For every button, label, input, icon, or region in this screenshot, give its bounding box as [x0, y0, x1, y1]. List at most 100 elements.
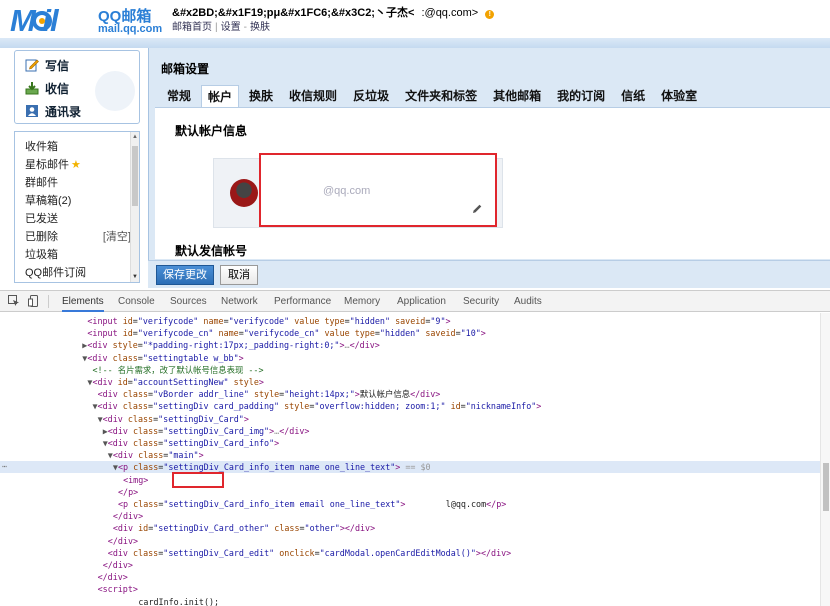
devtools-tab-application[interactable]: Application	[397, 291, 446, 312]
folder-drafts[interactable]: 草稿箱(2)	[25, 192, 133, 210]
receive-button[interactable]: 收信	[25, 78, 69, 98]
avatar[interactable]	[230, 179, 258, 207]
folder-label: 星标邮件	[25, 159, 69, 171]
contacts-label: 通讯录	[45, 104, 82, 119]
folder-list: 收件箱 星标邮件 ★ 群邮件 草稿箱(2) 已发送 已删除 [清空] 垃圾箱 QQ邮…	[14, 131, 140, 283]
dom-line[interactable]: ▶<div style="*padding-right:17px;_paddin…	[0, 339, 820, 351]
scroll-thumb[interactable]	[132, 146, 138, 206]
tab-anti-spam[interactable]: 反垃圾	[347, 85, 395, 107]
folder-spam[interactable]: 垃圾箱	[25, 246, 133, 264]
dom-line[interactable]: </p>	[0, 486, 820, 498]
dom-line[interactable]: <img>	[0, 474, 820, 486]
folder-subscriptions[interactable]: QQ邮件订阅	[25, 264, 133, 282]
devtools-tab-performance[interactable]: Performance	[274, 291, 331, 312]
tab-general[interactable]: 常规	[161, 85, 197, 107]
dom-line[interactable]: ▼<div class="settingDiv card_padding" st…	[0, 400, 820, 412]
dom-line[interactable]: ▼<div class="settingDiv_Card">	[0, 413, 820, 425]
receive-label: 收信	[45, 81, 70, 96]
scroll-up-icon[interactable]: ▲	[132, 134, 138, 140]
devtools-tab-memory[interactable]: Memory	[344, 291, 380, 312]
dom-line-selected[interactable]: ▼<p class="settingDiv_Card_info_item nam…	[0, 461, 820, 474]
folder-deleted[interactable]: 已删除 [清空]	[25, 228, 133, 246]
dom-line[interactable]: <div class="vBorder addr_line" style="he…	[0, 388, 820, 400]
button-bar: 保存更改 取消	[148, 260, 830, 288]
devtools-tab-sources[interactable]: Sources	[170, 291, 207, 312]
folder-inbox[interactable]: 收件箱	[25, 138, 133, 156]
compose-button[interactable]: 写信	[25, 55, 69, 75]
toolbar-divider	[48, 295, 49, 308]
inbox-download-icon	[25, 81, 39, 95]
card-info-highlight[interactable]: @qq.com	[259, 153, 497, 227]
tab-my-subscriptions[interactable]: 我的订阅	[551, 85, 611, 107]
section-default-account-info: 默认帐户信息	[175, 124, 248, 138]
dom-line[interactable]: ▼<div class="settingtable w_bb">	[0, 352, 820, 364]
dom-line[interactable]: </div>	[0, 571, 820, 583]
star-icon: ★	[71, 159, 81, 171]
dom-line[interactable]: ▼<div class="main">	[0, 449, 820, 461]
tab-labs[interactable]: 体验室	[655, 85, 703, 107]
scroll-thumb[interactable]	[823, 463, 829, 511]
dom-line[interactable]: <div class="settingDiv_Card_edit" onclic…	[0, 547, 820, 559]
account-settings-panel: 默认帐户信息 @qq.com 默认发信帐号	[155, 107, 830, 259]
dom-line[interactable]: <input id="verifycode_cn" name="verifyco…	[0, 327, 820, 339]
contacts-button[interactable]: 通讯录	[25, 101, 81, 121]
empty-trash-link[interactable]: [清空]	[103, 228, 131, 246]
dom-scrollbar[interactable]	[820, 313, 830, 606]
scroll-down-icon[interactable]: ▼	[132, 274, 138, 280]
tab-receive-rules[interactable]: 收信规则	[283, 85, 343, 107]
dom-line[interactable]: ▶<div class="settingDiv_Card_img">…</div…	[0, 425, 820, 437]
dom-line[interactable]: ▼<div id="accountSettingNew" style>	[0, 376, 820, 388]
tab-account[interactable]: 帐户	[201, 85, 240, 108]
qq-mail-logo[interactable]: M il QQ邮箱 mail.qq.com	[10, 3, 162, 39]
devtools-tab-elements[interactable]: Elements	[62, 291, 104, 312]
save-button[interactable]: 保存更改	[156, 265, 214, 285]
folder-starred[interactable]: 星标邮件 ★	[25, 156, 133, 174]
inspect-element-icon[interactable]	[8, 295, 20, 307]
tab-stationery[interactable]: 信纸	[615, 85, 651, 107]
more-options-icon[interactable]: ⋯	[2, 461, 7, 473]
folder-label: 已删除	[25, 231, 58, 243]
dom-line[interactable]: <script>	[0, 583, 820, 595]
folder-label: 已发送	[25, 213, 58, 225]
header-stripe	[0, 38, 830, 48]
quick-actions-panel: 写信 收信 通讯录	[14, 50, 140, 124]
devtools-tab-audits[interactable]: Audits	[514, 291, 542, 312]
devtools-tab-network[interactable]: Network	[221, 291, 258, 312]
devtools-panel: Elements Console Sources Network Perform…	[0, 290, 830, 606]
warning-icon[interactable]: !	[485, 10, 495, 19]
folder-label: QQ邮件订阅	[25, 267, 87, 279]
tab-skin[interactable]: 换肤	[243, 85, 279, 107]
folder-label: 草稿箱(2)	[25, 195, 72, 207]
dom-line[interactable]: </div>	[0, 559, 820, 571]
pencil-edit-icon[interactable]	[471, 203, 483, 215]
penguin-watermark-icon	[95, 71, 135, 111]
folder-scrollbar[interactable]: ▲ ▼	[130, 132, 139, 282]
devtools-tabbar: Elements Console Sources Network Perform…	[0, 291, 830, 312]
folder-label: 群邮件	[25, 177, 58, 189]
link-change-skin[interactable]: 换肤	[250, 22, 270, 33]
dom-line[interactable]: <p class="settingDiv_Card_info_item emai…	[0, 498, 820, 510]
folder-label: 收件箱	[25, 141, 58, 153]
folder-sent[interactable]: 已发送	[25, 210, 133, 228]
link-mailbox-home[interactable]: 邮箱首页	[172, 22, 212, 33]
dom-line[interactable]: ▼<div class="settingDiv_Card_info">	[0, 437, 820, 449]
dom-line[interactable]: <input id="verifycode" name="verifycode"…	[0, 315, 820, 327]
dom-line[interactable]: </div>	[0, 535, 820, 547]
folder-group-mail[interactable]: 群邮件	[25, 174, 133, 192]
link-separator: -	[243, 22, 247, 33]
compose-label: 写信	[45, 58, 70, 73]
devtools-tab-console[interactable]: Console	[118, 291, 155, 312]
tab-other-mailbox[interactable]: 其他邮箱	[487, 85, 547, 107]
device-toolbar-icon[interactable]	[28, 295, 40, 307]
devtools-tab-security[interactable]: Security	[463, 291, 499, 312]
dom-line[interactable]: </div>	[0, 510, 820, 522]
logo-o-icon	[32, 11, 52, 31]
dom-tree[interactable]: <input id="verifycode" name="verifycode"…	[0, 313, 820, 606]
cancel-button[interactable]: 取消	[220, 265, 258, 285]
dom-line[interactable]: <div id="settingDiv_Card_other" class="o…	[0, 522, 820, 534]
dom-line[interactable]: cardInfo.init();	[0, 596, 820, 606]
tab-folders-labels[interactable]: 文件夹和标签	[399, 85, 483, 107]
link-settings[interactable]: 设置	[221, 22, 241, 33]
dom-line[interactable]: <!-- 名片需求，改了默认帐号信息表现 -->	[0, 364, 820, 376]
folder-label: 垃圾箱	[25, 249, 58, 261]
